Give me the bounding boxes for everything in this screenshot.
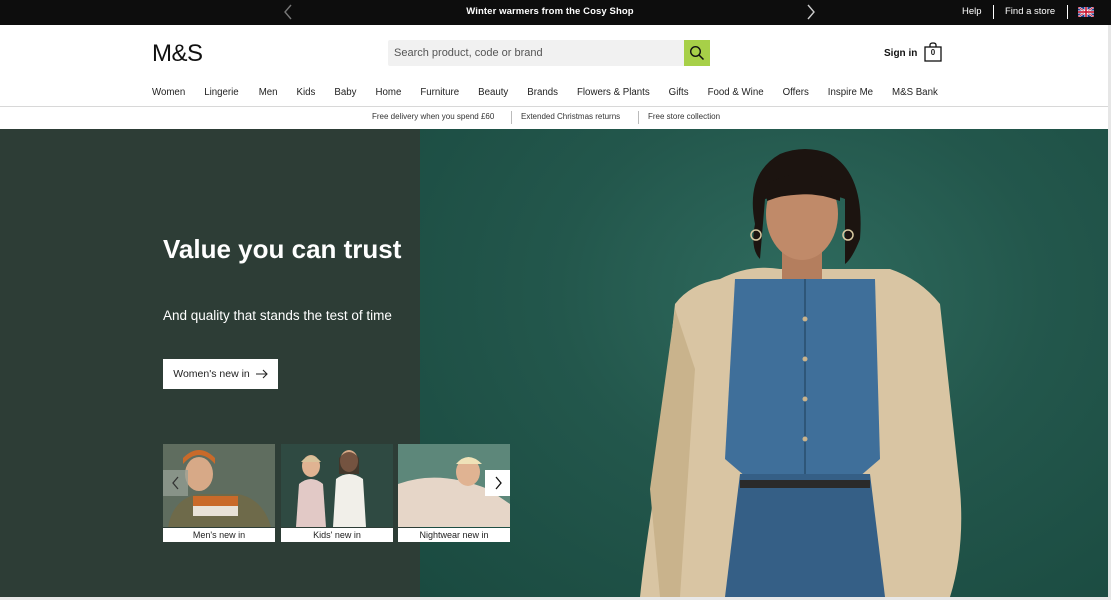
basket-count: 0: [930, 48, 936, 57]
benefit-store-collection[interactable]: Free store collection: [648, 112, 720, 121]
benefit-christmas-returns[interactable]: Extended Christmas returns: [521, 112, 620, 121]
nav-item-gifts[interactable]: Gifts: [669, 87, 689, 98]
chevron-left-icon: [171, 476, 178, 490]
nav-item-flowers-plants[interactable]: Flowers & Plants: [577, 87, 650, 98]
ms-logo[interactable]: M&S: [152, 40, 203, 68]
womens-new-in-button[interactable]: Women's new in: [163, 359, 278, 389]
benefits-strip: Free delivery when you spend £60 Extende…: [0, 107, 1111, 129]
arrow-right-icon: [255, 369, 268, 379]
divider: [638, 111, 639, 124]
chevron-right-icon: [807, 4, 815, 20]
kids-new-in-image: [281, 444, 393, 527]
nav-item-men[interactable]: Men: [259, 87, 278, 98]
nav-item-offers[interactable]: Offers: [783, 87, 809, 98]
page: Winter warmers from the Cosy Shop Help F…: [0, 0, 1111, 600]
site-header: M&S Sign in 0 Women Lingerie Men Kids Ba…: [0, 25, 1111, 107]
hero-subheadline: And quality that stands the test of time: [163, 308, 392, 323]
nav-item-lingerie[interactable]: Lingerie: [204, 87, 238, 98]
find-store-link[interactable]: Find a store: [1005, 6, 1055, 17]
basket-button[interactable]: 0: [924, 42, 942, 62]
announcement-bar: Winter warmers from the Cosy Shop Help F…: [0, 0, 1111, 25]
carousel-prev-button[interactable]: [163, 470, 188, 496]
search-button[interactable]: [684, 40, 710, 66]
promo-next-button[interactable]: [804, 3, 818, 21]
hero-banner: Value you can trust And quality that sta…: [0, 129, 1111, 597]
nav-item-ms-bank[interactable]: M&S Bank: [892, 87, 938, 98]
nav-item-food-wine[interactable]: Food & Wine: [708, 87, 764, 98]
category-carousel: Men's new in Kids' new in Nightwear new …: [163, 444, 511, 542]
promo-text[interactable]: Winter warmers from the Cosy Shop: [0, 6, 1100, 17]
divider: [993, 5, 994, 19]
search-bar: [388, 40, 710, 66]
carousel-caption: Kids' new in: [281, 528, 393, 542]
divider: [1067, 5, 1068, 19]
hero-image[interactable]: [420, 129, 1111, 597]
help-link[interactable]: Help: [962, 6, 982, 17]
hero-headline: Value you can trust: [163, 234, 402, 264]
benefit-free-delivery[interactable]: Free delivery when you spend £60: [372, 112, 494, 121]
main-navigation: Women Lingerie Men Kids Baby Home Furnit…: [152, 87, 938, 98]
nav-item-home[interactable]: Home: [376, 87, 402, 98]
cta-label: Women's new in: [173, 368, 250, 380]
search-input[interactable]: [388, 40, 684, 66]
nav-item-furniture[interactable]: Furniture: [420, 87, 459, 98]
nav-item-kids[interactable]: Kids: [297, 87, 316, 98]
sign-in-link[interactable]: Sign in: [884, 48, 917, 59]
carousel-card-kids[interactable]: Kids' new in: [281, 444, 393, 542]
model-photo: [640, 149, 962, 597]
uk-flag-icon[interactable]: [1078, 7, 1094, 17]
carousel-next-button[interactable]: [485, 470, 510, 496]
chevron-right-icon: [495, 476, 502, 490]
nav-item-brands[interactable]: Brands: [527, 87, 558, 98]
search-icon: [689, 45, 705, 61]
nav-item-inspire-me[interactable]: Inspire Me: [828, 87, 873, 98]
nav-item-women[interactable]: Women: [152, 87, 185, 98]
divider: [511, 111, 512, 124]
carousel-caption: Men's new in: [163, 528, 275, 542]
carousel-caption: Nightwear new in: [398, 528, 510, 542]
nav-item-baby[interactable]: Baby: [334, 87, 356, 98]
nav-item-beauty[interactable]: Beauty: [478, 87, 508, 98]
